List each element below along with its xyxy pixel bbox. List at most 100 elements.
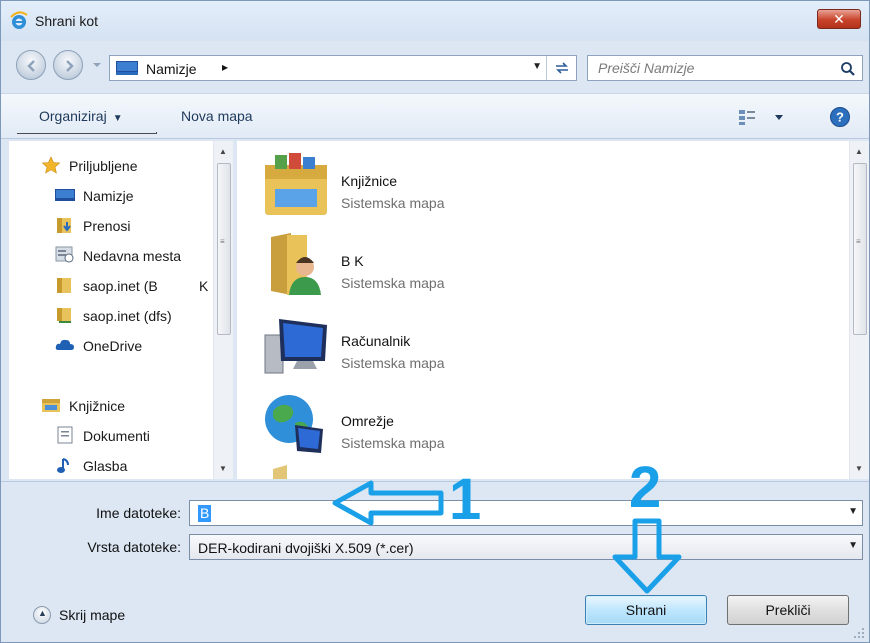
help-icon[interactable]: ? <box>829 106 851 128</box>
organize-label: Organiziraj <box>39 108 107 124</box>
annotation-step-2: 2 <box>629 455 662 520</box>
save-button[interactable]: Shrani <box>585 595 707 625</box>
view-options-icon[interactable] <box>737 107 789 127</box>
nav-label: saop.inet (dfs) <box>83 308 172 324</box>
refresh-button[interactable] <box>546 56 576 80</box>
nav-label: Priljubljene <box>69 158 138 174</box>
nav-label: Prenosi <box>83 218 131 234</box>
folder-icon <box>57 278 71 293</box>
folder-icon <box>57 308 71 323</box>
cancel-button[interactable]: Prekliči <box>727 595 849 625</box>
filetype-select[interactable]: DER-kodirani dvojiški X.509 (*.cer) ▼ <box>189 534 863 560</box>
navigation-pane: Priljubljene Namizje Prenosi Nedavna mes… <box>9 141 233 479</box>
libraries-icon <box>265 153 327 215</box>
item-type: Sistemska mapa <box>341 195 445 211</box>
item-name: Računalnik <box>341 333 411 349</box>
filename-field[interactable]: B ▼ <box>189 500 863 526</box>
scroll-grip-icon: ≡ <box>220 237 225 246</box>
item-type: Sistemska mapa <box>341 355 445 371</box>
address-row: Namizje ▸ ▼ <box>1 45 869 89</box>
arrow-right-icon <box>66 60 74 72</box>
filename-dropdown-icon[interactable]: ▼ <box>848 506 858 517</box>
item-type: Sistemska mapa <box>341 275 445 291</box>
nav-item-downloads[interactable]: Prenosi <box>9 213 221 239</box>
nav-label: OneDrive <box>83 338 143 354</box>
nav-label-suffix: K <box>199 278 209 294</box>
toolbar-underline <box>17 132 157 134</box>
libraries-icon <box>42 399 60 412</box>
item-name: Omrežje <box>341 413 394 429</box>
annotation-step-1: 1 <box>449 467 482 532</box>
scroll-down-icon[interactable]: ▼ <box>219 464 227 473</box>
list-item[interactable]: Knjižnice Sistemska mapa <box>261 149 761 225</box>
star-icon <box>41 156 61 174</box>
list-item[interactable]: Omrežje Sistemska mapa <box>261 389 761 465</box>
forward-button[interactable] <box>53 50 83 80</box>
filetype-value: DER-kodirani dvojiški X.509 (*.cer) <box>198 540 414 556</box>
item-type: Sistemska mapa <box>341 435 445 451</box>
recent-pages-chevron-down-icon[interactable] <box>91 59 103 71</box>
nav-item-network-share-2[interactable]: saop.inet (dfs) <box>9 303 221 329</box>
scroll-down-icon[interactable]: ▼ <box>855 464 863 473</box>
back-button[interactable] <box>16 50 46 80</box>
nav-item-network-share-1[interactable]: saop.inet (B K <box>9 273 221 299</box>
partial-folder-icon <box>273 465 287 479</box>
search-input[interactable] <box>598 60 828 76</box>
window-title: Shrani kot <box>35 13 99 29</box>
nav-label: Knjižnice <box>69 398 126 414</box>
scroll-up-icon[interactable]: ▲ <box>219 147 227 156</box>
new-folder-button[interactable]: Nova mapa <box>181 108 253 124</box>
breadcrumb-chevron-icon[interactable]: ▸ <box>222 60 228 74</box>
search-box[interactable] <box>587 55 863 81</box>
scroll-grip-icon: ≡ <box>856 237 861 246</box>
internet-explorer-icon <box>10 11 28 29</box>
address-bar[interactable]: Namizje ▸ ▼ <box>109 55 577 81</box>
organize-menu[interactable]: Organiziraj ▼ <box>39 108 123 124</box>
nav-label: Glasba <box>83 458 128 474</box>
search-icon[interactable] <box>840 61 856 77</box>
scroll-up-icon[interactable]: ▲ <box>855 147 863 156</box>
network-globe-icon <box>265 395 323 453</box>
close-button[interactable]: ✕ <box>817 9 861 29</box>
save-as-dialog: Shrani kot ✕ Namizje ▸ ▼ Preišči Namizje… <box>0 0 870 643</box>
nav-item-music[interactable]: Glasba <box>9 453 221 479</box>
address-location[interactable]: Namizje <box>146 61 197 77</box>
list-item[interactable]: Računalnik Sistemska mapa <box>261 309 761 385</box>
nav-label: Dokumenti <box>83 428 150 444</box>
downloads-icon <box>57 218 71 233</box>
chevron-down-icon: ▼ <box>112 113 123 124</box>
chevron-up-icon: ▲ <box>33 606 51 624</box>
nav-item-desktop[interactable]: Namizje <box>9 183 221 209</box>
music-icon <box>57 458 69 473</box>
list-item[interactable]: B K Sistemska mapa <box>261 229 761 305</box>
filename-input[interactable]: B <box>198 505 212 522</box>
file-list: Knjižnice Sistemska mapa B K Sistemska m… <box>237 141 849 479</box>
item-name: B K <box>341 253 364 269</box>
filename-label: Ime datoteke: <box>96 505 181 521</box>
nav-label: Nedavna mesta <box>83 248 182 264</box>
item-name: Knjižnice <box>341 173 398 189</box>
nav-item-recent-places[interactable]: Nedavna mesta <box>9 243 221 269</box>
hide-folders-label: Skrij mape <box>59 607 126 623</box>
cloud-icon <box>55 339 74 350</box>
nav-item-favorites[interactable]: Priljubljene <box>9 153 221 179</box>
nav-item-libraries[interactable]: Knjižnice <box>9 393 221 419</box>
close-icon: ✕ <box>833 11 845 27</box>
nav-item-documents[interactable]: Dokumenti <box>9 423 221 449</box>
file-list-scrollbar[interactable]: ▲ ≡ ▼ <box>849 141 869 479</box>
command-toolbar: Organiziraj ▼ Nova mapa ? <box>1 93 869 139</box>
navigation-scrollbar[interactable]: ▲ ≡ ▼ <box>213 141 233 479</box>
nav-item-onedrive[interactable]: OneDrive <box>9 333 221 359</box>
filetype-label: Vrsta datoteke: <box>87 539 181 555</box>
title-bar: Shrani kot ✕ <box>1 1 869 41</box>
scrollbar-thumb[interactable] <box>217 163 231 335</box>
computer-icon <box>264 319 327 374</box>
save-form: Ime datoteke: B ▼ Vrsta datoteke: DER-ko… <box>1 481 869 642</box>
scrollbar-thumb[interactable] <box>853 163 867 335</box>
resize-grip-icon[interactable] <box>853 627 865 639</box>
arrow-left-icon <box>27 60 35 72</box>
nav-label: saop.inet (B <box>83 278 158 294</box>
refresh-icon <box>556 62 568 74</box>
filetype-dropdown-icon[interactable]: ▼ <box>848 540 858 551</box>
address-dropdown-icon[interactable]: ▼ <box>532 61 542 72</box>
